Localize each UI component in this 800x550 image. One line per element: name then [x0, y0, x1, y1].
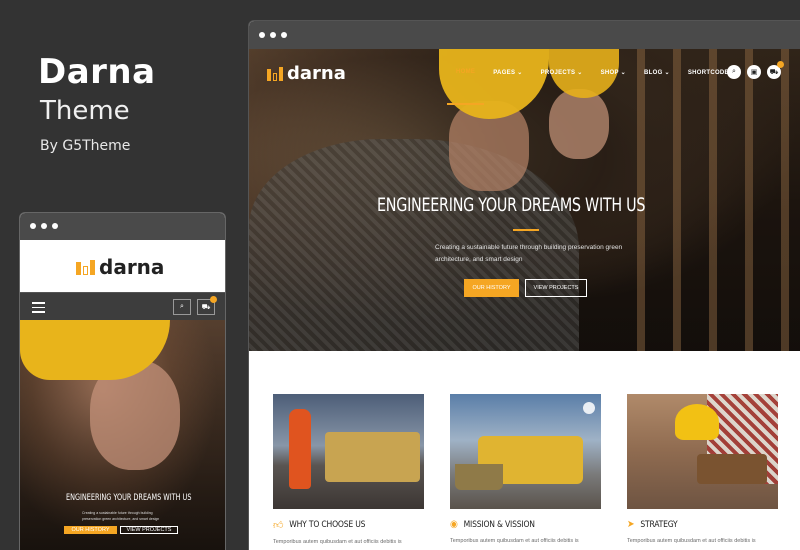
- play-icon[interactable]: [583, 402, 595, 414]
- cart-badge: [777, 61, 784, 68]
- feature-card[interactable]: ◉ MISSION & VISSION Temporibus autem quib…: [450, 394, 601, 545]
- main-nav: HOME PAGES ⌄ PROJECTS ⌄ SHOP ⌄ BLOG ⌄ SH…: [447, 63, 749, 105]
- nav-shop[interactable]: SHOP ⌄: [592, 63, 635, 81]
- view-projects-button[interactable]: VIEW PROJECTS: [120, 526, 178, 534]
- card-text: Temporibus autem quibusdam et aut offici…: [627, 538, 756, 544]
- menu-icon[interactable]: [32, 302, 45, 313]
- site-logo[interactable]: darna: [267, 63, 346, 84]
- shopping-bag-icon[interactable]: ▣: [747, 65, 761, 79]
- feature-cards: 👍︎ WHY TO CHOOSE US Temporibus autem quib…: [273, 394, 778, 545]
- view-projects-button[interactable]: VIEW PROJECTS: [525, 279, 587, 297]
- window-dots: [259, 32, 287, 38]
- eye-icon: ◉: [450, 519, 458, 530]
- our-history-button[interactable]: OUR HISTORY: [464, 279, 519, 297]
- hero-title: ENGINEERING YOUR DREAMS WITH US: [377, 195, 646, 216]
- logo-mark-icon: [76, 259, 95, 275]
- cart-icon[interactable]: ⛟: [767, 61, 784, 79]
- card-title[interactable]: STRATEGY: [640, 520, 677, 530]
- card-image-worker-truck[interactable]: [273, 394, 424, 509]
- cart-badge: [210, 296, 217, 303]
- our-history-button[interactable]: OUR HISTORY: [64, 526, 117, 534]
- cart-icon[interactable]: ⛟: [197, 296, 217, 315]
- hero-section: darna HOME PAGES ⌄ PROJECTS ⌄ SHOP ⌄ BLO…: [249, 49, 800, 351]
- card-text: Temporibus autem quibusdam et aut offici…: [273, 539, 402, 545]
- nav-pages[interactable]: PAGES ⌄: [484, 63, 531, 81]
- mobile-hero: ENGINEERING YOUR DREAMS WITH US Creating…: [20, 320, 225, 550]
- paper-plane-icon: ➤: [627, 519, 635, 530]
- logo-mark-icon: [267, 66, 283, 81]
- mobile-hero-title: ENGINEERING YOUR DREAMS WITH US: [66, 493, 192, 503]
- mobile-nav-bar: ⌕ ⛟: [20, 292, 225, 320]
- hero-description: Creating a sustainable future through bu…: [435, 244, 623, 263]
- thumbs-up-icon: 👍︎: [273, 520, 284, 531]
- feature-card[interactable]: ➤ STRATEGY Temporibus autem quibusdam et …: [627, 394, 778, 545]
- mobile-hero-description: Creating a sustainable future through bu…: [82, 511, 160, 521]
- hero-underline: [513, 229, 539, 231]
- logo-text: darna: [287, 63, 346, 84]
- search-icon[interactable]: ⌕: [173, 299, 191, 315]
- promo-byline: By G5Theme: [40, 138, 131, 154]
- logo-text: darna: [99, 255, 165, 279]
- card-text: Temporibus autem quibusdam et aut offici…: [450, 538, 579, 544]
- nav-home[interactable]: HOME: [447, 63, 485, 105]
- nav-blog[interactable]: BLOG ⌄: [635, 63, 679, 81]
- card-title[interactable]: MISSION & VISSION: [464, 520, 535, 530]
- card-image-bulldozer[interactable]: [450, 394, 601, 509]
- promo-subtitle: Theme: [40, 96, 130, 126]
- desktop-preview: darna HOME PAGES ⌄ PROJECTS ⌄ SHOP ⌄ BLO…: [248, 20, 800, 550]
- header-icons: ⌕ ▣ ⛟: [727, 61, 784, 79]
- mobile-browser-chrome: [20, 213, 225, 240]
- feature-card[interactable]: 👍︎ WHY TO CHOOSE US Temporibus autem quib…: [273, 394, 424, 545]
- mobile-header: darna: [20, 240, 225, 292]
- browser-chrome: [249, 21, 800, 49]
- promo-title: Darna: [38, 52, 156, 92]
- mobile-preview: darna ⌕ ⛟ ENGINEERING YOUR DREAMS WITH U…: [19, 212, 226, 550]
- window-dots: [30, 223, 58, 229]
- card-image-hardhat[interactable]: [627, 394, 778, 509]
- card-title[interactable]: WHY TO CHOOSE US: [289, 520, 365, 530]
- search-icon[interactable]: ⌕: [727, 65, 741, 79]
- mobile-logo[interactable]: darna: [76, 255, 164, 279]
- nav-projects[interactable]: PROJECTS ⌄: [532, 63, 592, 81]
